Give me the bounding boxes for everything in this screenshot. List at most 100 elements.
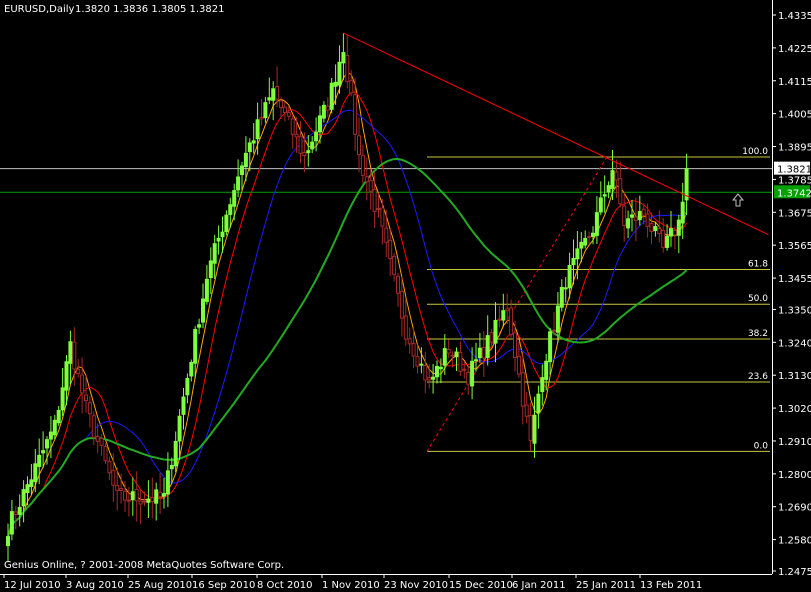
candle-body bbox=[583, 237, 588, 246]
candle-body bbox=[524, 404, 529, 417]
y-tick-label: 1.2910 bbox=[778, 437, 811, 448]
candle-body bbox=[540, 377, 545, 393]
candle-body bbox=[333, 81, 338, 87]
candle-body bbox=[516, 355, 521, 375]
candle-body bbox=[208, 260, 213, 278]
candle-body bbox=[555, 305, 560, 333]
y-tick-label: 1.3675 bbox=[778, 208, 811, 219]
candle-body bbox=[454, 351, 459, 358]
y-tick-label: 1.3240 bbox=[778, 338, 811, 349]
candle-body bbox=[52, 419, 57, 436]
y-tick-label: 1.2475 bbox=[778, 567, 811, 578]
candle-body bbox=[33, 463, 38, 482]
y-tick-label: 1.4005 bbox=[778, 110, 811, 121]
candle-body bbox=[481, 346, 486, 359]
candle-body bbox=[493, 319, 498, 344]
y-tick-label: 1.2580 bbox=[778, 536, 811, 547]
y-tick-label: 1.3020 bbox=[778, 404, 811, 415]
candle-body bbox=[641, 208, 646, 216]
candle-body bbox=[251, 140, 256, 144]
candle-body bbox=[380, 207, 385, 227]
candle-body bbox=[158, 491, 163, 498]
candle-body bbox=[216, 237, 221, 242]
candle-body bbox=[462, 368, 467, 371]
y-tick-label: 1.4225 bbox=[778, 44, 811, 55]
x-tick-label: 23 Nov 2010 bbox=[384, 580, 448, 591]
candle-body bbox=[119, 488, 124, 491]
candle-body bbox=[399, 290, 404, 319]
candle-body bbox=[255, 119, 260, 140]
candle-body bbox=[236, 176, 241, 191]
candle-body bbox=[435, 365, 439, 378]
candle-body bbox=[306, 150, 311, 154]
x-tick-label: 13 Feb 2011 bbox=[640, 580, 702, 591]
candle-body bbox=[25, 484, 30, 493]
price-chart[interactable]: 100.0 61.8 50.0 38.2 23.6 0.0 1.4335 1.4225 1.4… bbox=[0, 0, 811, 592]
candle-body bbox=[142, 500, 147, 503]
copyright-text: Genius Online, ? 2001-2008 MetaQuotes So… bbox=[4, 560, 284, 571]
candle-body bbox=[279, 100, 283, 109]
candle-body bbox=[115, 485, 120, 491]
candle-body bbox=[275, 86, 280, 100]
y-tick-label: 1.4115 bbox=[778, 77, 811, 88]
candle-body bbox=[263, 102, 268, 119]
candle-body bbox=[60, 387, 65, 411]
candle-body bbox=[470, 360, 475, 387]
candle-body bbox=[185, 378, 190, 396]
candle-body bbox=[427, 376, 432, 381]
candle-body bbox=[392, 256, 397, 275]
candle-body bbox=[290, 118, 295, 135]
candle-body bbox=[48, 431, 53, 440]
candle-body bbox=[353, 94, 358, 135]
y-tick-label: 1.2690 bbox=[778, 503, 811, 514]
candle-body bbox=[411, 343, 416, 357]
candle-body bbox=[423, 365, 428, 381]
candle-body bbox=[224, 214, 229, 232]
y-tick-label: 1.3130 bbox=[778, 371, 811, 382]
candle-body bbox=[107, 460, 112, 474]
x-tick-label: 12 Jul 2010 bbox=[4, 580, 61, 591]
candle-body bbox=[388, 239, 393, 260]
candle-body bbox=[294, 133, 299, 138]
candle-body bbox=[99, 438, 104, 446]
x-tick-label: 25 Aug 2010 bbox=[128, 580, 192, 591]
candle-body bbox=[567, 264, 572, 289]
candle-body bbox=[189, 362, 194, 377]
candle-body bbox=[341, 52, 346, 64]
candle-body bbox=[243, 152, 248, 168]
candle-body bbox=[80, 374, 85, 394]
candle-body bbox=[197, 324, 202, 328]
candle-body bbox=[84, 394, 88, 402]
candle-body bbox=[633, 216, 638, 221]
candle-body bbox=[95, 435, 100, 442]
candle-body bbox=[64, 361, 69, 391]
candle-body bbox=[220, 231, 225, 238]
x-tick-label: 1 Nov 2010 bbox=[322, 580, 380, 591]
candle-body bbox=[622, 205, 627, 226]
candle-body bbox=[579, 241, 584, 249]
x-tick-label: 3 Aug 2010 bbox=[66, 580, 124, 591]
candle-body bbox=[232, 190, 237, 207]
candle-body bbox=[489, 332, 494, 343]
x-tick-label: 15 Dec 2010 bbox=[449, 580, 513, 591]
candle-body bbox=[259, 116, 264, 120]
candle-body bbox=[123, 490, 127, 501]
fib-level-label: 38.2 bbox=[748, 329, 768, 339]
candle-body bbox=[271, 88, 276, 101]
candle-body bbox=[513, 332, 517, 359]
candle-body bbox=[653, 226, 658, 232]
y-tick-label: 1.3565 bbox=[778, 241, 811, 252]
candle-body bbox=[419, 363, 424, 366]
candle-body bbox=[76, 369, 81, 374]
candle-body bbox=[111, 469, 116, 486]
candle-body bbox=[45, 439, 49, 449]
candle-body bbox=[193, 329, 198, 364]
candle-body bbox=[618, 178, 623, 205]
x-tick-label: 25 Jan 2011 bbox=[576, 580, 636, 591]
y-tick-label: 1.3350 bbox=[778, 305, 811, 316]
candle-body bbox=[372, 188, 377, 212]
current-price-label: 1.3821 bbox=[777, 165, 811, 176]
candle-body bbox=[204, 278, 209, 302]
candle-body bbox=[614, 171, 619, 181]
candle-body bbox=[177, 415, 182, 442]
